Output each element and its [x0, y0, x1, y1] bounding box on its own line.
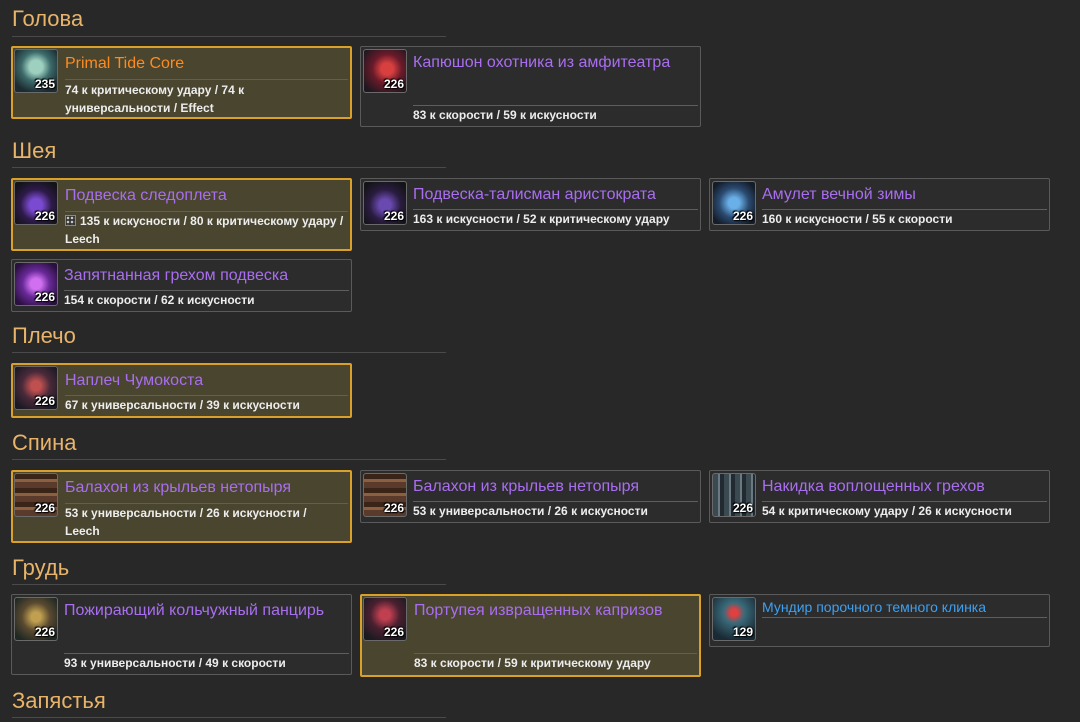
item-card-devouring-chainmail[interactable]: 226 Пожирающий кольчужный панцирь 93 к у…	[11, 594, 352, 675]
item-stats-text: 135 к искусности / 80 к критическому уда…	[65, 214, 344, 246]
item-name[interactable]: Подвеска следоплета	[65, 182, 344, 210]
section-title-shoulder: Плечо	[12, 323, 76, 348]
item-icon-aristocrat-talisman: 226	[363, 181, 407, 225]
item-divider	[762, 617, 1047, 618]
item-level: 226	[732, 209, 753, 223]
item-divider	[65, 79, 348, 80]
item-stats: 67 к универсальности / 39 к искусности	[65, 398, 300, 412]
item-card-amphitheater-hood[interactable]: 226 Капюшон охотника из амфитеатра 83 к …	[360, 46, 701, 127]
item-name[interactable]: Балахон из крыльев нетопыря	[65, 474, 344, 502]
section-divider	[12, 717, 446, 718]
item-name[interactable]: Капюшон охотника из амфитеатра	[413, 49, 694, 77]
item-icon-primal-tide-core: 235	[14, 49, 58, 93]
item-icon-batwing-cloak: 226	[14, 473, 58, 517]
item-icon-vile-darkblade-tunic: 129	[712, 597, 756, 641]
item-stats: 135 к искусности / 80 к критическому уда…	[65, 212, 344, 248]
item-level: 226	[383, 77, 404, 91]
item-icon-devouring-chainmail: 226	[14, 597, 58, 641]
gem-socket-icon	[65, 215, 76, 226]
item-icon-embodied-sins-cape: 226	[712, 473, 756, 517]
item-name[interactable]: Амулет вечной зимы	[762, 181, 1043, 209]
item-name[interactable]: Пожирающий кольчужный панцирь	[64, 597, 345, 625]
item-name[interactable]: Балахон из крыльев нетопыря	[413, 473, 694, 501]
item-card-vile-darkblade-tunic[interactable]: 129 Мундир порочного темного клинка	[709, 594, 1050, 647]
item-level: 226	[383, 209, 404, 223]
section-title-wrist: Запястья	[12, 688, 106, 713]
item-icon-plaguebone-pauldron: 226	[14, 366, 58, 410]
item-card-tracker-pendant[interactable]: 226 Подвеска следоплета 135 к искусности…	[11, 178, 352, 251]
item-stats: 53 к универсальности / 26 к искусности	[413, 504, 648, 518]
item-card-plaguebone-pauldron[interactable]: 226 Наплеч Чумокоста 67 к универсальност…	[11, 363, 352, 418]
item-stats: 54 к критическому удару / 26 к искусност…	[762, 504, 1012, 518]
item-level: 226	[383, 501, 404, 515]
section-title-back: Спина	[12, 430, 77, 455]
item-name[interactable]: Наплеч Чумокоста	[65, 367, 344, 395]
item-name[interactable]: Primal Tide Core	[65, 51, 344, 77]
item-icon-amphitheater-hood: 226	[363, 49, 407, 93]
section-divider	[12, 167, 446, 168]
item-card-batwing-cloak-1[interactable]: 226 Балахон из крыльев нетопыря 53 к уни…	[11, 470, 352, 543]
item-card-batwing-cloak-2[interactable]: 226 Балахон из крыльев нетопыря 53 к уни…	[360, 470, 701, 523]
item-stats: 83 к скорости / 59 к критическому удару	[414, 656, 651, 670]
item-icon-twisted-whims-harness: 226	[363, 597, 407, 641]
item-stats: 74 к критическому удару / 74 к универсал…	[65, 83, 245, 115]
item-stats: 163 к искусности / 52 к критическому уда…	[413, 212, 670, 226]
item-card-eternal-winter-amulet[interactable]: 226 Амулет вечной зимы 160 к искусности …	[709, 178, 1050, 231]
item-icon-sin-stained-pendant: 226	[14, 262, 58, 306]
item-icon-eternal-winter-amulet: 226	[712, 181, 756, 225]
item-level: 226	[34, 290, 55, 304]
item-stats: 53 к универсальности / 26 к искусности /…	[65, 506, 307, 538]
item-card-aristocrat-talisman[interactable]: 226 Подвеска-талисман аристократа 163 к …	[360, 178, 701, 231]
item-card-sin-stained-pendant[interactable]: 226 Запятнанная грехом подвеска 154 к ск…	[11, 259, 352, 312]
section-divider	[12, 36, 446, 37]
item-level: 129	[732, 625, 753, 639]
item-stats: 160 к искусности / 55 к скорости	[762, 212, 953, 226]
item-level: 235	[34, 77, 55, 91]
item-card-twisted-whims-harness[interactable]: 226 Портупея извращенных капризов 83 к с…	[360, 594, 701, 677]
item-stats: 93 к универсальности / 49 к скорости	[64, 656, 286, 670]
item-level: 226	[34, 209, 55, 223]
item-level: 226	[34, 625, 55, 639]
item-level: 226	[34, 394, 55, 408]
item-name[interactable]: Накидка воплощенных грехов	[762, 473, 1043, 501]
item-name[interactable]: Запятнанная грехом подвеска	[64, 262, 345, 290]
section-title-head: Голова	[12, 6, 84, 31]
item-icon-batwing-cloak: 226	[363, 473, 407, 517]
item-level: 226	[732, 501, 753, 515]
item-card-primal-tide-core[interactable]: 235 Primal Tide Core 74 к критическому у…	[11, 46, 352, 119]
item-name[interactable]: Мундир порочного темного клинка	[762, 599, 1043, 615]
item-level: 226	[34, 501, 55, 515]
section-divider	[12, 459, 446, 460]
item-icon-tracker-pendant: 226	[14, 181, 58, 225]
item-stats: 154 к скорости / 62 к искусности	[64, 293, 255, 307]
section-title-chest: Грудь	[12, 555, 70, 580]
section-title-neck: Шея	[12, 138, 57, 163]
item-name[interactable]: Подвеска-талисман аристократа	[413, 181, 694, 209]
section-divider	[12, 584, 446, 585]
item-stats: 83 к скорости / 59 к искусности	[413, 108, 597, 122]
item-name[interactable]: Портупея извращенных капризов	[414, 597, 693, 625]
item-card-embodied-sins-cape[interactable]: 226 Накидка воплощенных грехов 54 к крит…	[709, 470, 1050, 523]
section-divider	[12, 352, 446, 353]
item-level: 226	[383, 625, 404, 639]
